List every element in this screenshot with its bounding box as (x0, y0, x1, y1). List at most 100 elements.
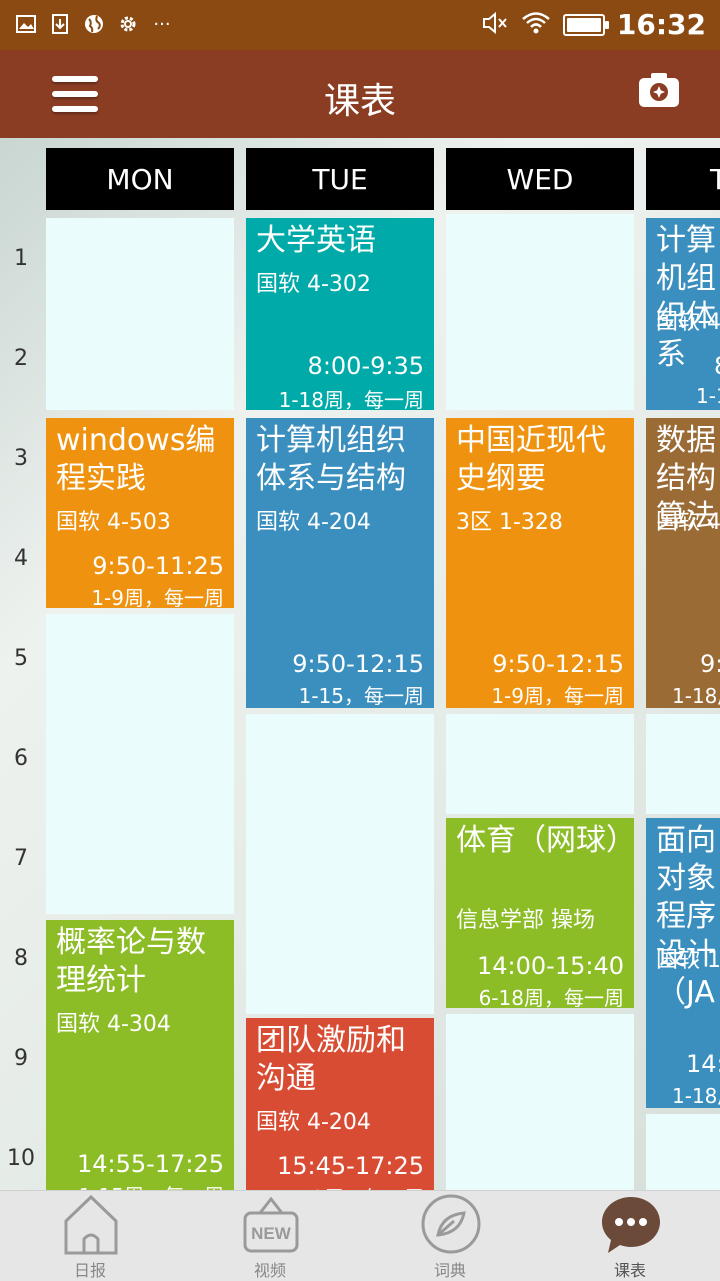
chat-bubble-icon (602, 1197, 660, 1253)
course-room: 国软 4 (656, 510, 720, 535)
course-card[interactable]: 面向对象程序设计（JA 国软 1 14: 1-18周 (646, 818, 720, 1108)
course-time: 9:50-12:15 (292, 650, 424, 678)
empty-slot[interactable] (46, 218, 234, 410)
svg-text:NEW: NEW (251, 1224, 292, 1243)
course-card[interactable]: 中国近现代史纲要 3区 1-328 9:50-12:15 1-9周，每一周 (446, 418, 634, 708)
course-name: windows编程实践 (56, 423, 216, 496)
page-title: 课表 (323, 81, 396, 122)
course-weeks: 1-9周，每一周 (291, 1182, 424, 1190)
globe-icon (82, 12, 106, 36)
period-label: 6 (14, 746, 28, 771)
course-time: 8:00-9:35 (307, 352, 424, 380)
empty-slot[interactable] (246, 714, 434, 1014)
download-icon (48, 12, 72, 36)
timetable[interactable]: 1 2 3 4 5 6 7 8 9 10 MON TUE WED T windo… (0, 138, 720, 1190)
nav-item-dictionary[interactable]: 词典 (390, 1191, 510, 1281)
course-weeks: 1-15，每一周 (298, 684, 424, 708)
day-header-tue: TUE (246, 148, 434, 210)
period-label: 4 (14, 546, 28, 571)
course-room: 国软 1 (656, 948, 720, 973)
course-card[interactable]: 大学英语 国软 4-302 8:00-9:35 1-18周，每一周 (246, 218, 434, 410)
status-bar: ··· 16:32 (0, 0, 720, 50)
nav-item-timetable[interactable]: 课表 (570, 1191, 690, 1281)
gear-icon (116, 12, 140, 36)
course-time: 14:55-17:25 (77, 1150, 224, 1178)
wifi-icon (521, 11, 551, 39)
empty-slot[interactable] (646, 714, 720, 814)
course-weeks: 1-18周 (672, 1084, 720, 1108)
nav-label: 课表 (613, 1261, 646, 1280)
period-label: 3 (14, 446, 28, 471)
bottom-nav: 日报 NEW 视频 词典 课表 (0, 1190, 720, 1281)
course-weeks: 1-9周，每一周 (91, 586, 224, 608)
course-card[interactable]: 数据结构算法 国软 4 9: 1-18周 (646, 418, 720, 708)
course-room: 国软 4-503 (56, 510, 171, 535)
leaf-circle-icon (421, 1194, 481, 1254)
empty-slot[interactable] (646, 1114, 720, 1190)
course-name: 概率论与数理统计 (56, 925, 206, 998)
course-card[interactable]: 概率论与数理统计 国软 4-304 14:55-17:25 1-15周，每一周 (46, 920, 234, 1190)
course-weeks: 6-18周，每一周 (478, 986, 624, 1008)
course-weeks: 1-1 (696, 384, 720, 408)
course-name: 计算机组织体系 (656, 223, 716, 372)
course-card[interactable]: 团队激励和沟通 国软 4-204 15:45-17:25 1-9周，每一周 (246, 1018, 434, 1190)
course-name: 计算机组织体系与结构 (256, 423, 406, 496)
nav-label: 视频 (253, 1261, 286, 1280)
day-header-thu: T (646, 148, 720, 210)
course-weeks: 1-9周，每一周 (491, 684, 624, 708)
course-room: 国软 4-304 (56, 1012, 171, 1037)
day-header-wed: WED (446, 148, 634, 210)
course-name: 体育（网球） (456, 823, 634, 858)
nav-item-daily[interactable]: 日报 (30, 1191, 150, 1281)
mute-icon (481, 11, 509, 39)
course-room: 3区 1-328 (456, 510, 563, 535)
period-label: 9 (14, 1046, 28, 1071)
course-card[interactable]: 计算机组织体系与结构 国软 4-204 9:50-12:15 1-15，每一周 (246, 418, 434, 708)
period-label: 5 (14, 646, 28, 671)
period-label: 2 (14, 346, 28, 371)
course-time: 8 (714, 352, 720, 380)
period-label: 1 (14, 246, 28, 271)
course-time: 9:50-11:25 (92, 552, 224, 580)
clock: 16:32 (616, 8, 706, 41)
course-room: 国软 4-204 (256, 1110, 371, 1135)
course-room: 国软 4 (656, 310, 720, 335)
course-time: 14:00-15:40 (477, 952, 624, 980)
course-weeks: 1-18周，每一周 (278, 388, 424, 410)
nav-item-video[interactable]: NEW 视频 (210, 1191, 330, 1281)
new-badge-icon: NEW (243, 1196, 299, 1253)
course-time: 15:45-17:25 (277, 1152, 424, 1180)
course-name: 面向对象程序设计（JA (656, 823, 716, 1010)
course-room: 国软 4-204 (256, 510, 371, 535)
course-room: 信息学部 操场 (456, 908, 595, 933)
nav-label: 词典 (433, 1261, 466, 1280)
battery-icon (562, 13, 609, 36)
course-card[interactable]: 体育（网球） 信息学部 操场 14:00-15:40 6-18周，每一周 (446, 818, 634, 1008)
course-weeks: 1-15周，每一周 (79, 1180, 224, 1190)
empty-slot[interactable] (46, 614, 234, 914)
period-label: 8 (14, 946, 28, 971)
notification-icons: ··· (14, 12, 174, 36)
day-header-mon: MON (46, 148, 234, 210)
course-time: 9: (700, 650, 720, 678)
course-name: 团队激励和沟通 (256, 1023, 406, 1096)
app-bar: 课表 (0, 50, 720, 138)
empty-slot[interactable] (446, 214, 634, 410)
course-card[interactable]: 计算机组织体系 国软 4 8 1-1 (646, 218, 720, 410)
course-name: 大学英语 (256, 223, 376, 258)
course-name: 中国近现代史纲要 (456, 423, 606, 496)
camera-icon (639, 73, 679, 107)
nav-label: 日报 (73, 1261, 106, 1280)
empty-slot[interactable] (446, 1014, 634, 1190)
course-time: 9:50-12:15 (492, 650, 624, 678)
period-label: 10 (7, 1146, 35, 1171)
empty-slot[interactable] (446, 714, 634, 814)
course-card[interactable]: windows编程实践 国软 4-503 9:50-11:25 1-9周，每一周 (46, 418, 234, 608)
course-weeks: 1-18周 (672, 684, 720, 708)
house-icon (64, 1194, 118, 1255)
period-label: 7 (14, 846, 28, 871)
course-time: 14: (686, 1050, 720, 1078)
camera-button[interactable] (638, 72, 680, 108)
image-icon (14, 12, 38, 36)
more-notifications-icon: ··· (153, 13, 171, 35)
